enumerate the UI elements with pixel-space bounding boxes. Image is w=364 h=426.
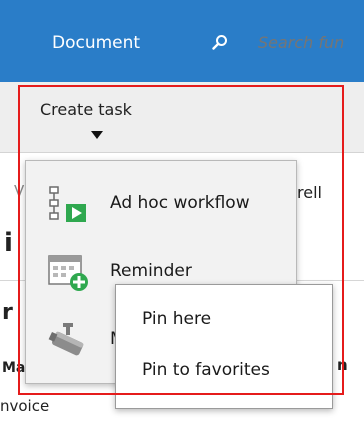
dropdown-caret-icon — [91, 131, 103, 139]
create-task-label: Create task — [40, 100, 132, 119]
background-text: r — [2, 300, 13, 325]
ribbon-toolbar: Create task — [0, 82, 364, 153]
background-text: nvoice — [0, 397, 50, 415]
document-tab[interactable]: Document — [52, 33, 140, 53]
adhoc-workflow-icon — [49, 186, 86, 222]
pin-to-favorites-label: Pin to favorites — [142, 360, 270, 380]
background-text: n — [337, 356, 348, 374]
background-text: Ma — [2, 360, 26, 376]
pin-here-label: Pin here — [142, 309, 212, 329]
background-text: V — [14, 182, 25, 200]
create-task-button[interactable]: Create task — [24, 98, 164, 148]
reminder-icon — [48, 255, 88, 291]
search-icon[interactable] — [212, 34, 228, 50]
search-input[interactable] — [258, 33, 364, 52]
background-text: rell — [297, 183, 322, 202]
menu-item-label: Reminder — [110, 261, 192, 281]
monitoring-camera-icon — [48, 323, 84, 356]
menu-item-ad-hoc-workflow[interactable]: Ad hoc workflow — [26, 171, 296, 237]
pin-to-favorites-item[interactable]: Pin to favorites — [116, 346, 332, 396]
menu-item-label: Ad hoc workflow — [110, 193, 250, 213]
top-bar: Document — [0, 0, 364, 82]
background-text: i — [4, 228, 13, 258]
pin-context-menu: Pin here Pin to favorites — [115, 284, 333, 409]
pin-here-item[interactable]: Pin here — [116, 295, 332, 345]
